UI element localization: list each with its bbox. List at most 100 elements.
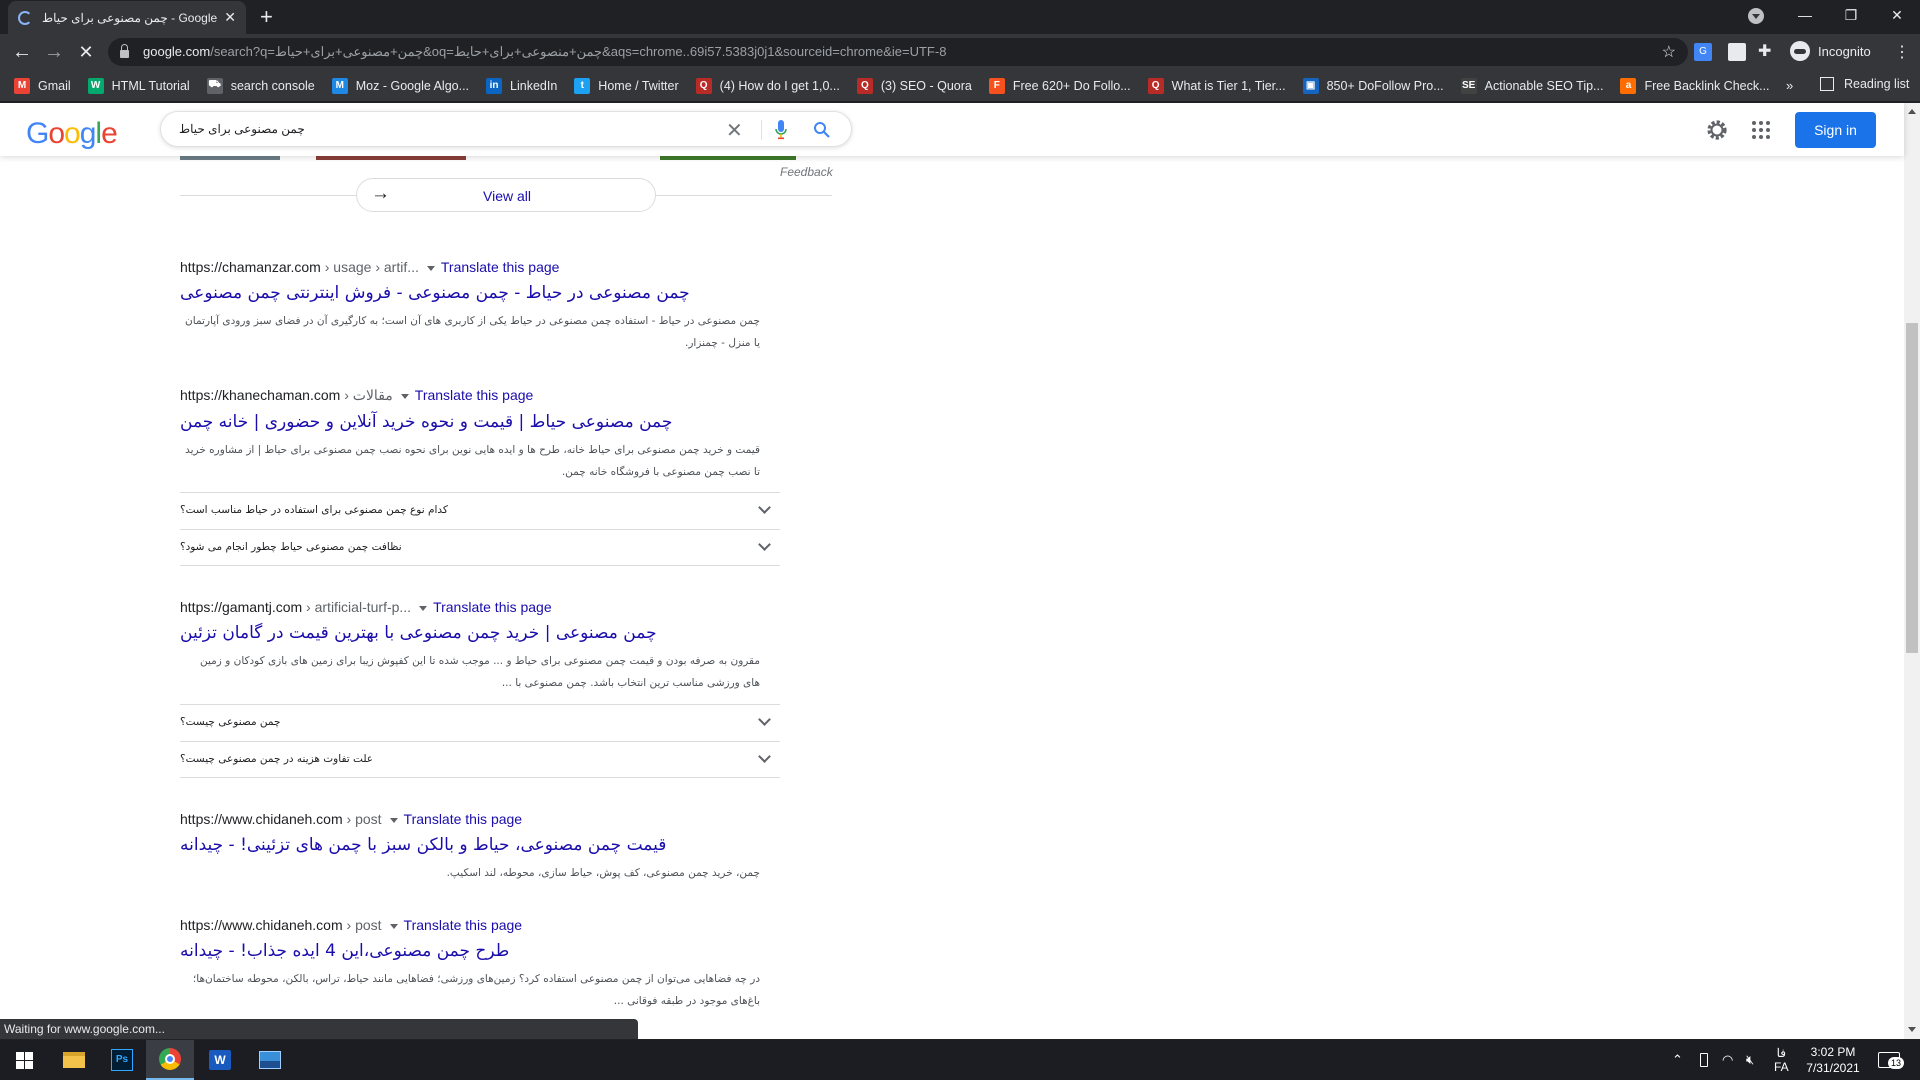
translate-page-link[interactable]: Translate this page — [433, 599, 552, 615]
clock-time: 3:02 PM — [1810, 1045, 1856, 1059]
bookmark-favicon-icon: W — [87, 77, 104, 94]
result-url[interactable]: https://chamanzar.com › usage › artif...… — [180, 259, 780, 275]
caret-down-icon[interactable] — [389, 817, 398, 823]
google-apps-icon[interactable] — [1752, 121, 1770, 139]
bookmark-item[interactable]: F Free 620+ Do Follo... — [988, 77, 1131, 94]
result-title-link[interactable]: چمن مصنوعی حیاط | قیمت و نحوه خرید آنلای… — [180, 411, 780, 433]
bookmark-item[interactable]: SE Actionable SEO Tip... — [1460, 77, 1603, 94]
clear-search-icon[interactable]: ✕ — [726, 118, 743, 143]
bookmark-favicon-icon: M — [331, 77, 348, 94]
start-button[interactable] — [0, 1040, 48, 1080]
back-button[interactable]: ← — [8, 38, 36, 66]
search-box[interactable]: چمن مصنوعی برای حیاط ✕ — [160, 111, 852, 147]
bookmark-favicon-icon: Q — [1147, 77, 1164, 94]
bookmark-item[interactable]: W HTML Tutorial — [87, 77, 190, 94]
bookmark-item[interactable]: t Home / Twitter — [574, 77, 679, 94]
faq-item[interactable]: علت تفاوت هزینه در چمن مصنوعی چیست؟ — [180, 741, 780, 777]
result-url[interactable]: https://www.chidaneh.com › post Translate… — [180, 811, 780, 827]
browser-status-bubble: Waiting for www.google.com... — [0, 1019, 638, 1039]
translate-page-link[interactable]: Translate this page — [404, 917, 523, 933]
close-tab-icon[interactable]: ✕ — [224, 9, 236, 26]
tab-search-icon[interactable] — [1748, 8, 1764, 24]
notification-center-button[interactable]: 13 — [1878, 1040, 1905, 1080]
forward-button[interactable]: → — [40, 38, 68, 66]
taskbar-photoshop[interactable]: Ps — [98, 1040, 146, 1080]
windows-taskbar: Ps W ⌃ ◠ 🔇︎ فا FA 3:02 PM 7/31/2021 13 — [0, 1040, 1920, 1080]
google-translate-extension-icon[interactable]: G — [1694, 43, 1712, 61]
bookmark-item[interactable]: M Gmail — [14, 77, 71, 94]
taskbar-photos[interactable] — [246, 1040, 294, 1080]
bookmark-item[interactable]: Q (3) SEO - Quora — [856, 77, 972, 94]
bookmarks-overflow-button[interactable]: » — [1786, 78, 1793, 93]
chevron-down-icon[interactable] — [758, 538, 771, 551]
bookmark-item[interactable]: ⛟ search console — [206, 77, 315, 94]
bookmark-item[interactable]: in LinkedIn — [486, 77, 557, 94]
translate-page-link[interactable]: Translate this page — [415, 387, 534, 403]
taskbar-word[interactable]: W — [196, 1040, 244, 1080]
incognito-indicator[interactable]: Incognito — [1790, 41, 1871, 61]
bookmark-item[interactable]: ▣ 850+ DoFollow Pro... — [1302, 77, 1444, 94]
input-language-indicator[interactable]: فا FA — [1774, 1040, 1789, 1080]
chevron-down-icon[interactable] — [758, 501, 771, 514]
tray-overflow-icon[interactable]: ⌃ — [1672, 1040, 1683, 1080]
result-url[interactable]: https://khanechaman.com › مقالات Translat… — [180, 387, 780, 404]
translate-page-link[interactable]: Translate this page — [441, 259, 560, 275]
feedback-link[interactable]: Feedback — [780, 165, 833, 179]
microphone-icon[interactable] — [775, 120, 787, 140]
battery-icon[interactable] — [1700, 1040, 1708, 1080]
minimize-button[interactable]: — — [1782, 0, 1828, 30]
caret-down-icon[interactable] — [389, 923, 398, 929]
scroll-up-arrow-icon[interactable] — [1908, 109, 1916, 114]
incognito-icon — [1790, 41, 1810, 61]
stop-loading-button[interactable]: ✕ — [72, 38, 100, 66]
wifi-icon[interactable]: ◠ — [1722, 1040, 1733, 1080]
document-extension-icon[interactable] — [1728, 43, 1746, 61]
taskbar-clock[interactable]: 3:02 PM 7/31/2021 — [1798, 1044, 1868, 1076]
restore-button[interactable]: ❐ — [1828, 0, 1874, 30]
caret-down-icon[interactable] — [419, 605, 428, 611]
taskbar-file-explorer[interactable] — [50, 1040, 98, 1080]
browser-menu-icon[interactable]: ⋮ — [1894, 42, 1910, 62]
close-window-button[interactable]: ✕ — [1874, 0, 1920, 30]
result-url[interactable]: https://www.chidaneh.com › post Translate… — [180, 917, 780, 933]
caret-down-icon[interactable] — [426, 265, 435, 271]
sign-in-button[interactable]: Sign in — [1795, 112, 1876, 148]
page-scrollbar-thumb[interactable] — [1906, 323, 1918, 653]
result-title-link[interactable]: طرح چمن مصنوعی،این 4 ایده جذاب! - چیدانه — [180, 940, 780, 962]
bookmark-label: Home / Twitter — [598, 78, 679, 93]
search-icon[interactable] — [813, 121, 831, 139]
faq-item[interactable]: چمن مصنوعی چیست؟ — [180, 704, 780, 740]
result-title-link[interactable]: قیمت چمن مصنوعی، حیاط و بالکن سبز با چمن… — [180, 834, 780, 856]
google-logo[interactable]: Google — [26, 117, 118, 151]
bookmark-item[interactable]: Q What is Tier 1, Tier... — [1147, 77, 1286, 94]
settings-gear-icon[interactable] — [1704, 117, 1730, 143]
result-url[interactable]: https://gamantj.com › artificial-turf-p.… — [180, 599, 780, 615]
bookmark-item[interactable]: M Moz - Google Algo... — [331, 77, 469, 94]
faq-item[interactable]: نظافت چمن مصنوعی حیاط چطور انجام می شود؟ — [180, 529, 780, 565]
scroll-down-arrow-icon[interactable] — [1908, 1027, 1916, 1032]
result-title-link[interactable]: چمن مصنوعی | خرید چمن مصنوعی با بهترین ق… — [180, 622, 780, 644]
new-tab-button[interactable]: + — [260, 4, 273, 30]
google-header: Google چمن مصنوعی برای حیاط ✕ Sign in — [0, 103, 1904, 156]
lock-icon[interactable] — [120, 44, 129, 58]
bookmark-label: What is Tier 1, Tier... — [1171, 78, 1286, 93]
chevron-down-icon[interactable] — [758, 713, 771, 726]
address-bar[interactable]: google.com/search?q=چمن+مصنوعی+برای+حیاط… — [108, 38, 1688, 66]
view-all-button[interactable]: → View all — [356, 178, 656, 212]
tab-google-search[interactable]: چمن مصنوعی برای حیاط - Google Search ✕ — [8, 1, 246, 34]
tab-title: چمن مصنوعی برای حیاط - Google Search — [42, 10, 218, 25]
caret-down-icon[interactable] — [400, 393, 409, 399]
bookmark-label: Free Backlink Check... — [1644, 78, 1770, 93]
bookmark-item[interactable]: a Free Backlink Check... — [1620, 77, 1770, 94]
faq-item[interactable]: کدام نوع چمن مصنوعی برای استفاده در حیاط… — [180, 492, 780, 528]
search-input[interactable]: چمن مصنوعی برای حیاط — [179, 122, 305, 136]
extensions-puzzle-icon[interactable]: ✚ — [1758, 43, 1776, 61]
chevron-down-icon[interactable] — [758, 750, 771, 763]
translate-page-link[interactable]: Translate this page — [404, 811, 523, 827]
taskbar-chrome[interactable] — [146, 1040, 194, 1080]
result-title-link[interactable]: چمن مصنوعی در حیاط - چمن مصنوعی - فروش ا… — [180, 282, 780, 304]
reading-list-button[interactable]: Reading list — [1820, 77, 1909, 91]
bookmark-item[interactable]: Q (4) How do I get 1,0... — [695, 77, 840, 94]
bookmark-star-icon[interactable]: ☆ — [1662, 42, 1676, 62]
volume-muted-icon[interactable]: 🔇︎ — [1746, 1040, 1754, 1080]
